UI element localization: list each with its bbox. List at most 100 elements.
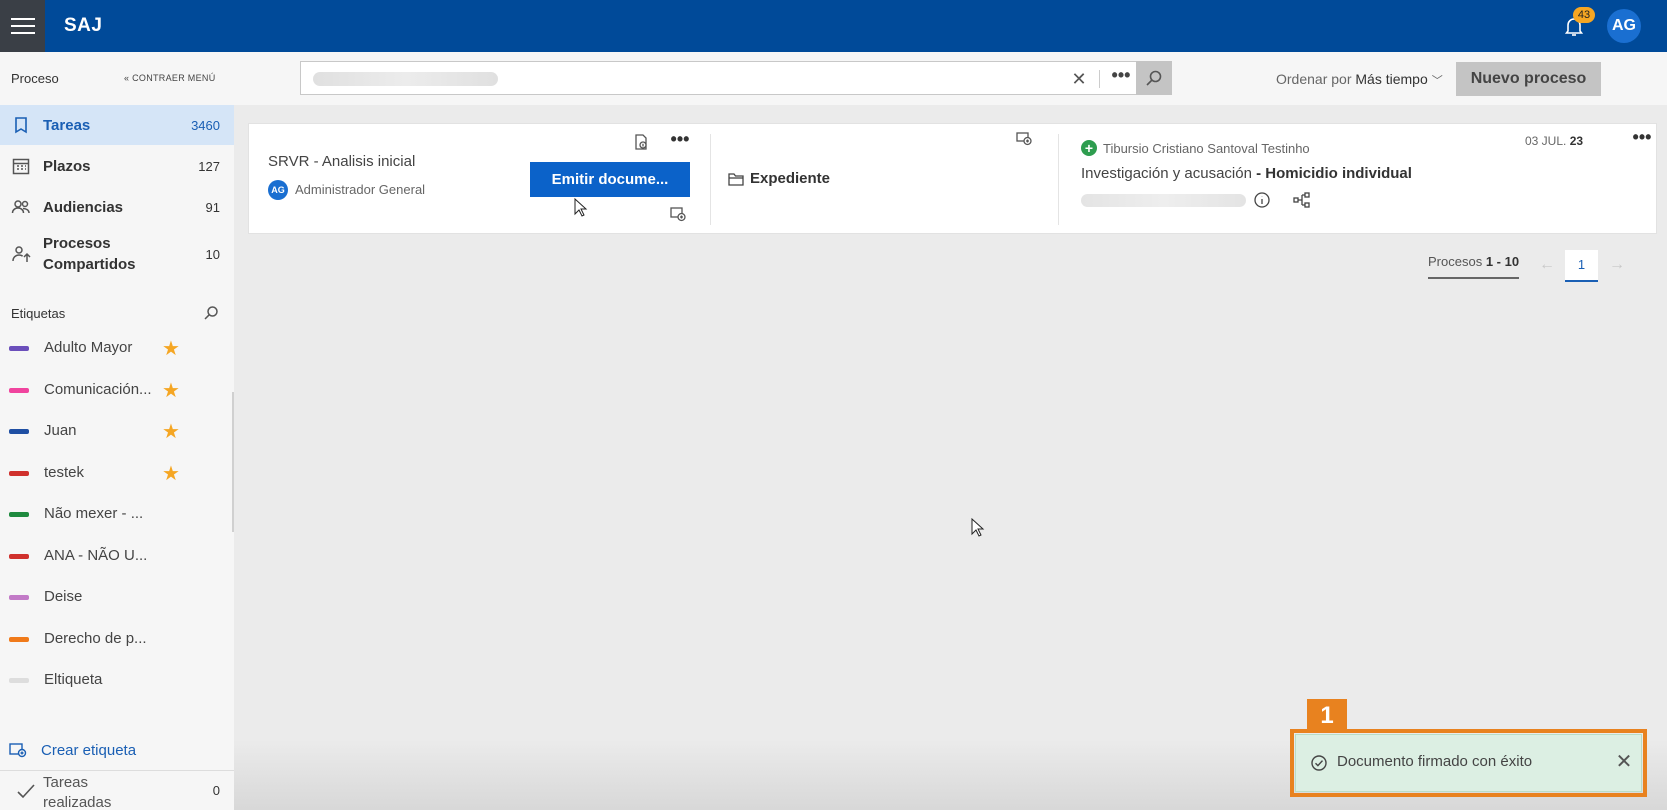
tag-color-swatch	[9, 678, 29, 683]
tag-item[interactable]: testek ★	[0, 455, 234, 491]
tag-item[interactable]: Deise	[0, 579, 234, 615]
add-tag-icon	[9, 743, 27, 758]
tag-color-swatch	[9, 636, 29, 642]
sidebar-item-count: 91	[205, 199, 220, 215]
tags-title: Etiquetas	[11, 306, 66, 321]
search-input[interactable]	[311, 68, 1011, 88]
sidebar-item-label: Audiencias	[43, 198, 124, 216]
tag-color-swatch	[9, 346, 29, 351]
sidebar-item-procesos-compartidos[interactable]: Procesos Compartidos 10	[0, 228, 234, 280]
tag-color-swatch	[9, 470, 29, 476]
toast-message: Documento firmado con éxito	[1337, 753, 1533, 770]
sidebar-item-count: 127	[198, 158, 220, 174]
scrollbar[interactable]	[232, 392, 234, 532]
sidebar-item-audiencias[interactable]: Audiencias 91	[0, 187, 234, 227]
star-icon[interactable]: ★	[162, 461, 180, 486]
tag-item[interactable]: ANA - NÃO U...	[0, 538, 234, 574]
search-icon[interactable]	[203, 305, 219, 321]
bookmark-icon	[15, 117, 27, 134]
tag-item[interactable]: Não mexer - ...	[0, 496, 234, 532]
tag-item[interactable]: Juan ★	[0, 413, 234, 449]
workflow-icon[interactable]	[1293, 191, 1311, 209]
step-marker: 1	[1307, 699, 1347, 733]
tag-label: Juan	[44, 422, 77, 439]
tag-color-swatch	[9, 595, 29, 600]
party-name: Tibursio Cristiano Santoval Testinho	[1103, 140, 1310, 156]
tag-item[interactable]: Adulto Mayor ★	[0, 330, 234, 366]
info-icon[interactable]	[1253, 191, 1271, 209]
star-icon[interactable]: ★	[162, 336, 180, 361]
divider	[1099, 70, 1100, 88]
document-info-icon[interactable]	[632, 133, 650, 151]
completed-tasks-item[interactable]: Tareas realizadas 0	[0, 770, 234, 810]
tag-color-swatch	[9, 553, 29, 559]
emit-document-button[interactable]: Emitir docume...	[530, 162, 690, 197]
mouse-cursor-icon	[971, 518, 985, 537]
tag-label: Derecho de p...	[44, 629, 147, 647]
calendar-icon	[12, 158, 30, 175]
brand-logo[interactable]: SAJ	[64, 15, 102, 37]
process-card[interactable]: SRVR - Analisis inicial AG Administrador…	[248, 123, 1657, 234]
process-date: 03 JUL. 23	[1525, 134, 1584, 148]
task-more-icon[interactable]: •••	[669, 130, 691, 150]
create-tag-label: Crear etiqueta	[41, 741, 137, 759]
tag-item[interactable]: Derecho de p...	[0, 621, 234, 657]
more-options-icon[interactable]: •••	[1107, 66, 1135, 90]
sidebar-item-count: 3460	[191, 117, 220, 133]
sort-value: Más tiempo	[1355, 71, 1428, 87]
mouse-cursor-icon	[574, 198, 588, 217]
add-screen-icon[interactable]	[1015, 130, 1033, 148]
tag-label: Deise	[44, 588, 83, 605]
check-circle-icon	[1311, 755, 1327, 771]
task-title[interactable]: SRVR - Analisis inicial	[268, 153, 415, 170]
assignee-avatar: AG	[268, 180, 288, 200]
tag-item[interactable]: Eltiqueta	[0, 662, 234, 698]
page-button[interactable]: 1	[1565, 250, 1598, 282]
party-row: + Tibursio Cristiano Santoval Testinho	[1081, 140, 1310, 156]
create-tag-button[interactable]: Crear etiqueta	[9, 738, 136, 762]
tag-color-swatch	[9, 429, 29, 434]
sidebar-item-label: Procesos Compartidos	[43, 235, 136, 273]
sidebar-item-label: Tareas	[43, 116, 91, 134]
case-title[interactable]: Investigación y acusación - Homicidio in…	[1081, 165, 1412, 182]
add-screen-icon[interactable]	[669, 205, 687, 223]
previous-page-icon[interactable]: ←	[1535, 252, 1559, 278]
case-number-blurred	[1081, 194, 1246, 207]
plus-circle-icon: +	[1081, 140, 1097, 156]
tag-label: Eltiqueta	[44, 671, 103, 688]
notification-badge: 43	[1573, 7, 1595, 23]
sidebar-item-label: Plazos	[43, 157, 91, 175]
sidebar-item-tareas[interactable]: Tareas 3460	[0, 105, 234, 145]
tag-label: Não mexer - ...	[44, 505, 144, 522]
tag-color-swatch	[9, 512, 29, 517]
chevron-down-icon: ﹀	[1431, 75, 1443, 87]
sidebar-item-count: 10	[205, 246, 220, 262]
check-icon	[17, 784, 35, 799]
tag-item[interactable]: Comunicación... ★	[0, 372, 234, 408]
user-avatar[interactable]: AG	[1607, 9, 1641, 43]
search-button[interactable]	[1136, 61, 1172, 95]
hamburger-menu-icon[interactable]	[0, 0, 45, 52]
tag-label: Adulto Mayor	[44, 339, 133, 356]
card-more-icon[interactable]: •••	[1631, 128, 1653, 148]
search-box[interactable]: ✕ •••	[300, 61, 1172, 95]
close-icon[interactable]: ✕	[1614, 750, 1634, 774]
shared-user-icon	[12, 246, 31, 262]
completed-tasks-count: 0	[212, 783, 220, 798]
sidebar-item-plazos[interactable]: Plazos 127	[0, 146, 234, 186]
star-icon[interactable]: ★	[162, 419, 180, 444]
expediente-link[interactable]: Expediente	[728, 170, 830, 187]
clear-search-icon[interactable]: ✕	[1069, 69, 1089, 89]
new-process-button[interactable]: Nuevo proceso	[1456, 62, 1601, 96]
star-icon[interactable]: ★	[162, 378, 180, 403]
next-page-icon[interactable]: →	[1605, 252, 1629, 278]
success-toast: Documento firmado con éxito ✕	[1295, 734, 1642, 792]
collapse-menu-button[interactable]: « CONTRAER MENÚ	[124, 73, 216, 83]
sort-dropdown[interactable]: Ordenar por Más tiempo ﹀	[1276, 71, 1443, 88]
sidebar: Proceso « CONTRAER MENÚ Tareas 3460 Plaz…	[0, 52, 234, 810]
folder-icon	[728, 172, 744, 186]
pagination-info: Procesos 1 - 10	[1428, 254, 1520, 279]
people-icon	[11, 200, 30, 214]
tag-label: ANA - NÃO U...	[44, 546, 148, 564]
divider	[1058, 134, 1059, 225]
